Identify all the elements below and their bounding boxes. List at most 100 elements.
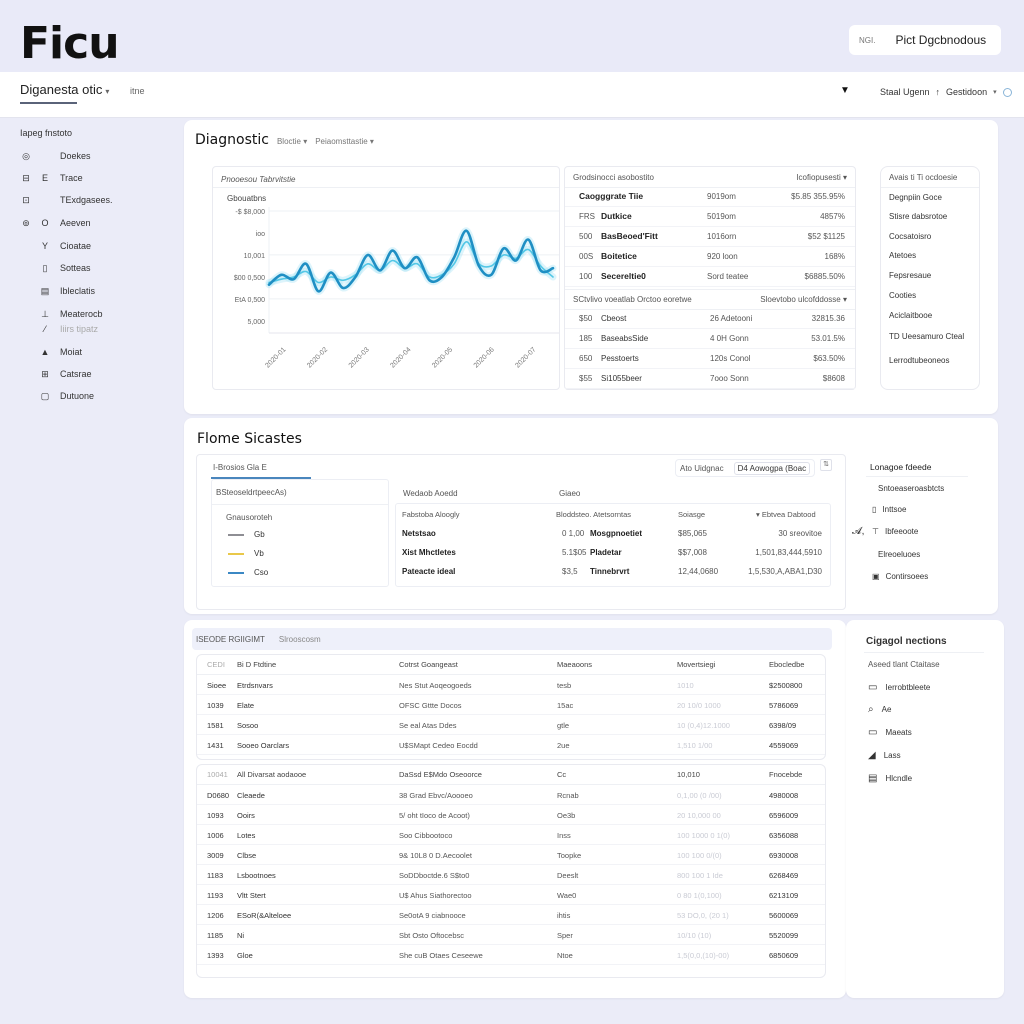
records-side-item[interactable]: ▭ Ierrobtbleete — [868, 682, 930, 693]
records-column-header[interactable]: 10,010 — [677, 770, 700, 779]
metrics-row[interactable]: 500 BasBeoed'Fitt 1016orn $52 $1125 — [565, 227, 855, 247]
records-cell: 20 10,000 00 — [677, 811, 721, 820]
records-table-row[interactable]: 1039 Elate OFSC Gttte Docos 15ac 20 10/0 100… — [197, 695, 825, 715]
metrics-row[interactable]: 100 Secereltie0 Sord teatee $6885.50% — [565, 267, 855, 287]
metrics-header-right[interactable]: Icofiopusesti ▾ — [796, 173, 847, 182]
analysis-list-item[interactable]: Degnpiin Goce — [889, 193, 942, 202]
flow-side-item-icon: ▯ — [872, 505, 877, 514]
caret-down-icon[interactable]: ▼ — [840, 85, 850, 96]
analysis-list-item[interactable]: Atetoes — [889, 251, 916, 260]
metrics-row[interactable]: 650 Pesstoerts 120s Conol $63.50% — [565, 349, 855, 369]
flow-table-column-header[interactable]: Fabstoba Aloogly — [402, 510, 460, 519]
analysis-list-item[interactable]: Aciclaitbooe — [889, 311, 932, 320]
records-side-item-icon: ◢ — [868, 750, 876, 761]
records-table-row[interactable]: Sioee Etrdsnvars Nes Stut Aoqeogoeds tesb 10… — [197, 675, 825, 695]
settings-icon[interactable]: ⇅ — [820, 459, 832, 471]
nav-sub-link[interactable]: itne — [130, 86, 145, 96]
records-table-row[interactable]: 1006 Lotes Soo Cibbootoco Inss 100 1000 0 1(… — [197, 825, 825, 845]
records-side-item[interactable]: ◢ Lass — [868, 750, 901, 761]
analysis-list-item[interactable]: Fepsresaue — [889, 271, 931, 280]
flow-table-row[interactable]: Pateacte ideal $3,5 Tinnebrvrt 12,44,0680 1,… — [396, 562, 830, 581]
records-tab-a[interactable]: ISEODE RGIIGIMT — [196, 635, 265, 644]
records-table-row[interactable]: 1206 ESoR(&Alteloee Se0otA 9 ciabnooce ihti… — [197, 905, 825, 925]
flow-table-row[interactable]: Netstsao 0 1,00 Mosgpnoetiet $85,065 30 sreo… — [396, 524, 830, 543]
sidebar-item[interactable]: ▤ Ibleclatis — [20, 283, 95, 299]
analysis-list-item[interactable]: Cocsatoisro — [889, 232, 931, 241]
diagnostic-dropdown-2[interactable]: Peiaomsttastie ▾ — [315, 137, 374, 146]
sidebar-item[interactable]: ⊥ Meaterocb — [20, 306, 102, 322]
metrics-row[interactable]: $50 Cbeost 26 Adetooni 32815.36 — [565, 309, 855, 329]
records-column-header[interactable]: Movertsiegi — [677, 660, 715, 669]
analysis-list-item[interactable]: Cooties — [889, 291, 916, 300]
records-column-header[interactable]: Fnocebde — [769, 770, 802, 779]
flow-table-column-header[interactable]: ▾ Ebtvea Dabtood — [756, 510, 816, 519]
records-cell: 20 10/0 1000 — [677, 701, 721, 710]
records-table-row[interactable]: 1183 Lsbootnoes SoDDboctde.6 S$to0 Deeslt 80… — [197, 865, 825, 885]
sidebar-item[interactable]: ▢ Dutuone — [20, 388, 94, 404]
records-column-header[interactable]: CEDI — [207, 660, 225, 669]
sidebar-item[interactable]: ⊞ Catsrae — [20, 366, 91, 382]
records-table-row[interactable]: 1185 Ni Sbt Osto Oftocebsc Sper 10/10 (10) 55… — [197, 925, 825, 945]
legend-label: Vb — [254, 549, 264, 558]
analysis-list-item[interactable]: Lerrodtubeoneos — [889, 356, 950, 365]
records-tab-b[interactable]: Slrooscosm — [279, 635, 321, 644]
sidebar-item[interactable]: ▯ Sotteas — [20, 260, 91, 276]
flow-side-item-label: Inttsoe — [882, 505, 907, 514]
sidebar-item[interactable]: Y Cioatae — [20, 238, 91, 254]
sidebar-item-subicon: ▯ — [42, 262, 48, 273]
filter-a[interactable]: Ato Uidgnac — [680, 464, 724, 473]
records-table-row[interactable]: D0680 Cleaede 38 Grad Ebvc/Aoooeo Rcnab 0,1,… — [197, 785, 825, 805]
flow-side-item[interactable]: Sntoeaseroasbtcts — [872, 484, 944, 493]
records-table-row[interactable]: 1093 Ooirs 5/ oht tIoco de Acoot) Oe3b 20 10… — [197, 805, 825, 825]
records-column-header[interactable]: Maeaoons — [557, 660, 592, 669]
analysis-list-item[interactable]: Stisre dabsrotoe — [889, 212, 947, 221]
sidebar-item-subicon: ⁄ — [44, 324, 46, 334]
flow-table-column-header[interactable]: Bloddsteo. Atetsorntas — [556, 510, 631, 519]
records-cell: 5600069 — [769, 911, 799, 920]
diagnostic-dropdown-1[interactable]: Bloctie ▾ — [277, 137, 307, 146]
nav-title-dropdown[interactable]: Diganesta otic ▾ — [20, 82, 109, 97]
analysis-list-item[interactable]: TD Ueesamuro Cteal — [889, 332, 964, 341]
metrics-row[interactable]: Caogggrate Tiie 9019om $5.85 355.95% — [565, 187, 855, 207]
flow-table-column-header[interactable]: Soiasge — [678, 510, 705, 519]
nav-right-a[interactable]: Staal Ugenn — [880, 87, 930, 97]
user-menu[interactable]: NGI. Pict Dgcbnodous — [849, 25, 1001, 55]
sidebar-item[interactable]: ⊚ O Aeeven — [20, 215, 90, 231]
records-side-item[interactable]: ▤ Hlcndle — [868, 773, 912, 784]
filter-b[interactable]: D4 Aowogpa (Boac — [733, 461, 811, 475]
sidebar-item[interactable]: ⊟ E Trace — [20, 170, 82, 186]
status-circle-icon[interactable] — [1002, 87, 1012, 97]
metrics-header2-right[interactable]: Sloevtobo ulcofddosse ▾ — [760, 295, 847, 304]
records-column-header[interactable]: Ebocledbe — [769, 660, 804, 669]
flow-side-item[interactable]: ▣ Contirsoees — [872, 572, 928, 581]
metrics-row[interactable]: 00S Boitetice 920 loon 168% — [565, 247, 855, 267]
sidebar-item[interactable]: ⊡ TExdgasees. — [20, 192, 112, 208]
flow-tab[interactable]: I-Brosios Gla E — [213, 463, 267, 472]
records-table-row[interactable]: 1431 Sooeo Oarclars U$SMapt Cedeo Eocdd 2ue… — [197, 735, 825, 755]
flow-side-item[interactable]: Elreoeluoes — [872, 550, 920, 559]
records-column-header[interactable]: DaSsd E$Mdo Oseoorce — [399, 770, 482, 779]
metrics-row[interactable]: FRS Dutkice 5019om 4857% — [565, 207, 855, 227]
flow-table-row[interactable]: Xist Mhctletes 5.1$05 Pladetar $$7,008 1,501… — [396, 543, 830, 562]
records-table-row[interactable]: 1393 Gloe She cuB Otaes Ceseewe Ntoe 1,5(0,0… — [197, 945, 825, 965]
metrics-row[interactable]: 185 BaseabsSide 4 0H Gonn 53.01.5% — [565, 329, 855, 349]
records-table-row[interactable]: 1193 Vltt Stert U$ Ahus Siathorectoo Wae0 0 … — [197, 885, 825, 905]
flow-side-item[interactable]: ▯ Inttsoe — [872, 505, 906, 514]
records-table-row[interactable]: 3009 Clbse 9& 10L8 0 D.Aecoolet Toopke 100 1… — [197, 845, 825, 865]
metrics-row-name: BasBeoed'Fitt — [601, 231, 658, 241]
records-column-header[interactable]: Bi D Ftdtine — [237, 660, 276, 669]
records-side-item[interactable]: ⌕ Ae — [868, 704, 891, 715]
sidebar-item[interactable]: ▲ Moiat — [20, 344, 82, 360]
flow-side-item[interactable]: 𝓐, ⊤ Ibfeeoote — [852, 526, 918, 537]
records-column-header[interactable]: 10041 — [207, 770, 228, 779]
records-table-row[interactable]: 1581 Sosoo Se eal Atas Ddes gtle 10 (0,4)12.… — [197, 715, 825, 735]
records-column-header[interactable]: Cotrst Goangeast — [399, 660, 458, 669]
records-column-header[interactable]: Cc — [557, 770, 566, 779]
sidebar-item[interactable]: ◎ Doekes — [20, 148, 90, 164]
nav-right-b[interactable]: Gestidoon — [946, 87, 987, 97]
sidebar-item[interactable]: ⁄ Iiirs tipatz — [20, 321, 98, 337]
user-tag: NGI. — [859, 35, 876, 45]
records-column-header[interactable]: All Divarsat aodaooe — [237, 770, 306, 779]
records-side-item[interactable]: ▭ Maeats — [868, 727, 912, 738]
metrics-row[interactable]: $55 Si1055beer 7ooo Sonn $8608 — [565, 369, 855, 389]
